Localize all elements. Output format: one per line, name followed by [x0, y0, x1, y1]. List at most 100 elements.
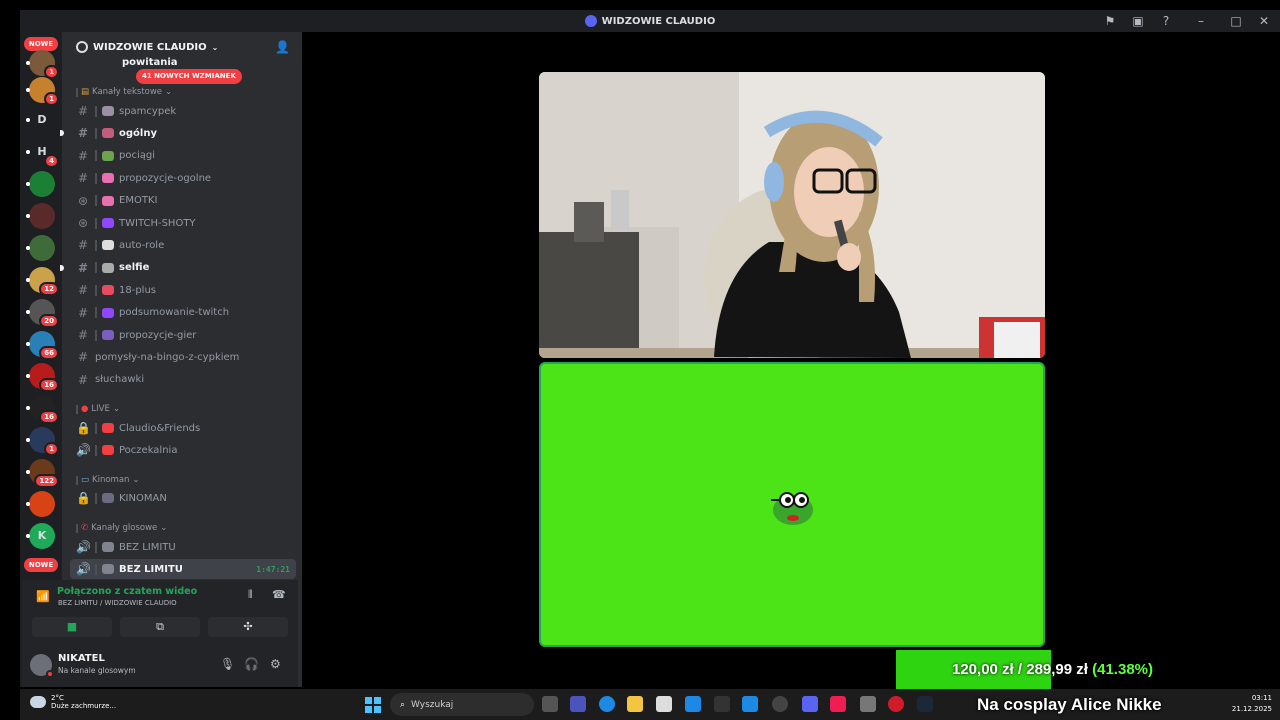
partial-channel[interactable]: powitania — [122, 57, 178, 68]
category-text[interactable]: ▤ Kanały tekstowe ⌄ — [76, 87, 172, 97]
taskbar-search[interactable]: ⌕ Wyszukaj — [390, 693, 534, 716]
channel-item[interactable]: # pociągi — [70, 146, 296, 166]
maximize-icon[interactable]: □ — [1228, 13, 1244, 29]
server-icon[interactable]: 16 — [26, 395, 59, 424]
channel-item[interactable]: # propozycje-ogolne — [70, 168, 296, 188]
server-icon[interactable]: 12 — [26, 267, 59, 296]
mention-badge: 12 — [39, 282, 59, 296]
voice-status[interactable]: Połączono z czatem wideo — [57, 586, 197, 597]
channel-item[interactable]: # selfie — [60, 258, 296, 278]
channel-item[interactable]: 🔒 KINOMAN — [70, 488, 296, 508]
server-icon[interactable]: 16 — [26, 363, 59, 392]
screen-share-button[interactable]: ⧉ — [120, 617, 200, 637]
system-clock[interactable]: 03:11 21.12.2025 — [1232, 693, 1272, 715]
donation-caption: Na cosplay Alice Nikke — [977, 695, 1162, 714]
channel-item[interactable]: # auto-role — [70, 235, 296, 255]
username[interactable]: NIKATEL — [58, 653, 105, 664]
divider — [95, 239, 97, 251]
weather-widget[interactable]: 2°C Duże zachmurze... — [30, 694, 116, 710]
hashtag-icon: # — [77, 148, 89, 163]
file-explorer-icon[interactable] — [627, 696, 643, 712]
app-window-icon[interactable] — [742, 696, 758, 712]
voice-location[interactable]: BEZ LIMITU / WIDZOWIE CLAUDIO — [58, 599, 177, 607]
channel-item[interactable]: # ogólny — [60, 123, 296, 143]
tiktok-icon[interactable] — [830, 696, 846, 712]
channel-name: Claudio&Friends — [119, 422, 201, 434]
steam-icon[interactable] — [917, 696, 933, 712]
server-icon[interactable] — [26, 491, 55, 517]
donation-goal-widget: 120,00 zł / 289,99 zł (41.38%) — [896, 650, 1280, 692]
server-icon[interactable]: 1 — [26, 50, 59, 79]
channel-item[interactable]: # podsumowanie-twitch — [70, 303, 296, 323]
signal-icon[interactable]: 📶 — [36, 590, 50, 603]
chevron-down-icon: ⌄ — [112, 404, 120, 414]
add-member-icon[interactable]: 👤 — [275, 40, 290, 54]
server-icon[interactable]: H4 — [26, 139, 59, 168]
chrome-icon[interactable] — [772, 696, 788, 712]
new-servers-pill-top[interactable]: NOWE — [24, 37, 58, 51]
disconnect-icon[interactable]: ☎ — [272, 588, 286, 601]
minimize-icon[interactable]: – — [1186, 13, 1216, 29]
g-app-icon[interactable] — [714, 696, 730, 712]
server-icon[interactable] — [26, 171, 55, 197]
channel-item[interactable]: #18-plus — [70, 280, 296, 300]
channel-item[interactable]: 🔊 BEZ LIMITU 1:47:21 — [70, 559, 296, 580]
channel-item[interactable]: ⊛ EMOTKI — [70, 191, 296, 211]
channel-item[interactable]: ⊛ TWITCH-SHOTY — [70, 213, 296, 233]
windows-start-icon[interactable] — [365, 697, 381, 713]
hashtag-icon: # — [77, 350, 89, 365]
microphone-icon[interactable]: 🎙 — [220, 657, 235, 671]
category-kinoman[interactable]: ▭ Kinoman ⌄ — [76, 475, 140, 485]
close-icon[interactable]: ✕ — [1256, 13, 1272, 29]
announcement-channel-icon: ⊛ — [77, 193, 89, 208]
opera-icon[interactable] — [888, 696, 904, 712]
divider — [95, 195, 97, 207]
donation-amount: 120,00 zł — [952, 661, 1014, 678]
channel-emoji-icon — [102, 564, 114, 575]
server-icon[interactable]: 122 — [26, 459, 59, 488]
channel-emoji-icon — [102, 195, 114, 206]
settings-gear-icon[interactable]: ⚙ — [270, 657, 281, 671]
settings-icon[interactable] — [860, 696, 876, 712]
server-icon[interactable]: 66 — [26, 331, 59, 360]
new-servers-pill-bottom[interactable]: NOWE — [24, 558, 58, 572]
channel-item[interactable]: # słuchawki — [70, 370, 296, 390]
store-icon[interactable] — [656, 696, 672, 712]
server-icon[interactable]: D — [26, 107, 55, 133]
server-icon[interactable]: 20 — [26, 299, 59, 328]
headphones-icon[interactable]: 🎧 — [244, 657, 259, 671]
noise-suppression-icon[interactable]: ⫴ — [248, 588, 253, 602]
teams-icon[interactable] — [570, 696, 586, 712]
edge-icon[interactable] — [599, 696, 615, 712]
guild-header[interactable]: WIDZOWIE CLAUDIO ⌄ 👤 — [62, 32, 302, 62]
server-icon[interactable]: K — [26, 523, 55, 549]
channel-item[interactable]: 🔊 Poczekalnia — [70, 440, 296, 460]
channel-item[interactable]: 🔊 BEZ LIMITU — [70, 537, 296, 557]
channel-item[interactable]: # propozycje-gier — [70, 325, 296, 345]
server-icon[interactable]: 1 — [26, 77, 59, 106]
server-icon[interactable] — [26, 235, 55, 261]
mail-icon[interactable] — [685, 696, 701, 712]
channel-item[interactable]: # spamcypek — [70, 101, 296, 121]
activities-button[interactable]: ✣ — [208, 617, 288, 637]
category-voice[interactable]: ✆ Kanały glosowe ⌄ — [76, 523, 167, 533]
channel-item[interactable]: 🔒 Claudio&Friends — [70, 418, 296, 438]
help-icon[interactable]: ? — [1158, 13, 1174, 29]
category-text-label: Kanały tekstowe — [92, 87, 163, 97]
task-view-icon[interactable] — [542, 696, 558, 712]
mention-badge: 1 — [44, 92, 59, 106]
server-icon[interactable]: 1 — [26, 427, 59, 456]
channel-emoji-icon — [102, 150, 114, 161]
inbox-icon[interactable]: ▣ — [1130, 13, 1146, 29]
camera-button[interactable]: ■ — [32, 617, 112, 637]
channel-item[interactable]: # pomysły-na-bingo-z-cypkiem — [70, 347, 296, 367]
discord-icon[interactable] — [802, 696, 818, 712]
green-screen-video-tile[interactable] — [539, 362, 1045, 647]
webcam-video-tile[interactable] — [539, 72, 1045, 358]
hashtag-icon: # — [77, 238, 89, 253]
unread-pip — [26, 214, 30, 218]
flag-icon[interactable]: ⚑ — [1102, 13, 1118, 29]
mentions-pill[interactable]: 41 NOWYCH WZMIANEK — [136, 69, 242, 84]
category-live[interactable]: ● LIVE ⌄ — [76, 404, 120, 414]
server-icon[interactable] — [26, 203, 55, 229]
